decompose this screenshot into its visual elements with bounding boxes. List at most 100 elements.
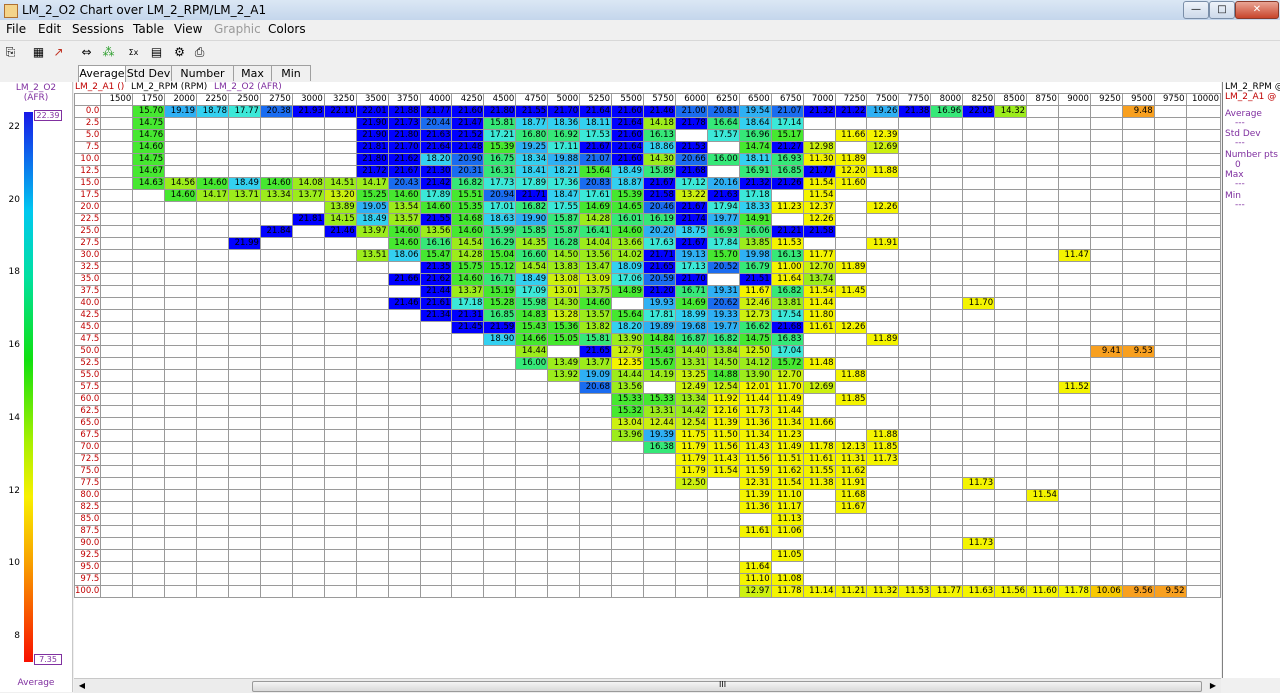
table-cell[interactable] [515, 477, 549, 490]
table-cell[interactable] [1057, 321, 1091, 334]
table-cell[interactable] [1185, 165, 1222, 178]
table-cell[interactable] [642, 501, 676, 514]
table-cell[interactable] [802, 489, 836, 502]
column-header[interactable]: 8250 [962, 93, 996, 106]
table-cell[interactable] [1057, 189, 1091, 202]
table-cell[interactable] [259, 285, 293, 298]
table-cell[interactable]: 21.64 [579, 105, 613, 118]
table-cell[interactable] [1185, 501, 1222, 514]
table-cell[interactable]: 12.31 [738, 477, 772, 490]
table-cell[interactable] [866, 381, 900, 394]
table-cell[interactable] [132, 537, 166, 550]
table-cell[interactable]: 13.47 [579, 261, 613, 274]
table-cell[interactable]: 12.69 [866, 141, 900, 154]
table-cell[interactable]: 18.75 [674, 225, 708, 238]
table-cell[interactable]: 13.82 [579, 321, 613, 334]
table-cell[interactable] [1185, 249, 1222, 262]
table-cell[interactable] [451, 513, 485, 526]
table-cell[interactable] [674, 585, 708, 598]
table-cell[interactable] [483, 345, 517, 358]
table-cell[interactable] [802, 513, 836, 526]
table-cell[interactable]: 14.12 [738, 357, 772, 370]
table-cell[interactable] [355, 465, 389, 478]
table-cell[interactable]: 14.44 [515, 345, 549, 358]
table-cell[interactable] [228, 501, 261, 514]
table-cell[interactable]: 11.45 [834, 285, 868, 298]
table-cell[interactable] [259, 453, 293, 466]
table-cell[interactable] [196, 249, 229, 262]
table-cell[interactable] [579, 453, 613, 466]
table-cell[interactable] [994, 129, 1028, 142]
table-cell[interactable] [834, 513, 868, 526]
table-cell[interactable] [1057, 273, 1091, 286]
table-cell[interactable] [164, 237, 198, 250]
table-cell[interactable] [323, 417, 357, 430]
table-cell[interactable] [1121, 333, 1155, 346]
table-cell[interactable]: 17.57 [706, 129, 740, 142]
table-cell[interactable] [706, 141, 740, 154]
table-cell[interactable] [1185, 477, 1222, 490]
scroll-thumb[interactable]: III [252, 680, 1202, 692]
table-cell[interactable] [1185, 285, 1222, 298]
table-cell[interactable]: 18.06 [387, 249, 421, 262]
table-cell[interactable] [355, 453, 389, 466]
table-cell[interactable]: 21.88 [387, 105, 421, 118]
table-cell[interactable] [579, 549, 613, 562]
table-cell[interactable] [1121, 273, 1155, 286]
table-cell[interactable] [1153, 417, 1187, 430]
table-cell[interactable] [355, 393, 389, 406]
table-cell[interactable] [323, 477, 357, 490]
table-cell[interactable] [100, 225, 134, 238]
table-cell[interactable] [706, 513, 740, 526]
table-cell[interactable]: 21.61 [419, 297, 453, 310]
table-cell[interactable] [866, 573, 900, 586]
table-cell[interactable] [834, 345, 868, 358]
table-cell[interactable]: 14.84 [642, 333, 676, 346]
table-cell[interactable] [1185, 225, 1222, 238]
table-cell[interactable]: 18.34 [515, 153, 549, 166]
table-cell[interactable] [1121, 297, 1155, 310]
table-cell[interactable]: 13.25 [674, 369, 708, 382]
column-header[interactable]: 3750 [387, 93, 421, 106]
table-cell[interactable] [259, 153, 293, 166]
table-cell[interactable]: 17.01 [483, 201, 517, 214]
table-cell[interactable] [547, 381, 581, 394]
table-cell[interactable] [962, 405, 996, 418]
table-cell[interactable] [994, 273, 1028, 286]
table-cell[interactable]: 11.88 [834, 369, 868, 382]
table-cell[interactable] [994, 249, 1028, 262]
table-cell[interactable] [579, 393, 613, 406]
table-cell[interactable]: 12.13 [834, 441, 868, 454]
table-cell[interactable]: 18.64 [738, 117, 772, 130]
table-cell[interactable]: 11.64 [738, 561, 772, 574]
column-header[interactable]: 5750 [642, 93, 676, 106]
table-cell[interactable] [419, 393, 453, 406]
table-cell[interactable]: 20.31 [451, 165, 485, 178]
table-cell[interactable] [834, 333, 868, 346]
table-cell[interactable] [962, 417, 996, 430]
table-cell[interactable]: 11.67 [834, 501, 868, 514]
table-cell[interactable] [930, 297, 964, 310]
row-header[interactable]: 45.0 [73, 321, 102, 334]
table-cell[interactable] [1185, 321, 1222, 334]
table-cell[interactable]: 11.91 [834, 477, 868, 490]
table-cell[interactable]: 21.07 [579, 153, 613, 166]
table-cell[interactable] [259, 417, 293, 430]
table-cell[interactable]: 21.34 [419, 309, 453, 322]
table-cell[interactable] [419, 357, 453, 370]
table-cell[interactable] [515, 573, 549, 586]
table-cell[interactable] [898, 297, 932, 310]
table-cell[interactable]: 14.60 [451, 273, 485, 286]
table-cell[interactable] [1057, 285, 1091, 298]
table-cell[interactable] [579, 573, 613, 586]
table-cell[interactable] [100, 273, 134, 286]
arrows-icon[interactable]: ⇔ [78, 44, 95, 61]
table-cell[interactable]: 12.49 [674, 381, 708, 394]
table-cell[interactable] [483, 369, 517, 382]
table-cell[interactable] [547, 477, 581, 490]
table-cell[interactable] [1121, 477, 1155, 490]
table-cell[interactable] [196, 501, 229, 514]
table-cell[interactable] [228, 153, 261, 166]
table-cell[interactable] [994, 285, 1028, 298]
table-cell[interactable] [515, 561, 549, 574]
